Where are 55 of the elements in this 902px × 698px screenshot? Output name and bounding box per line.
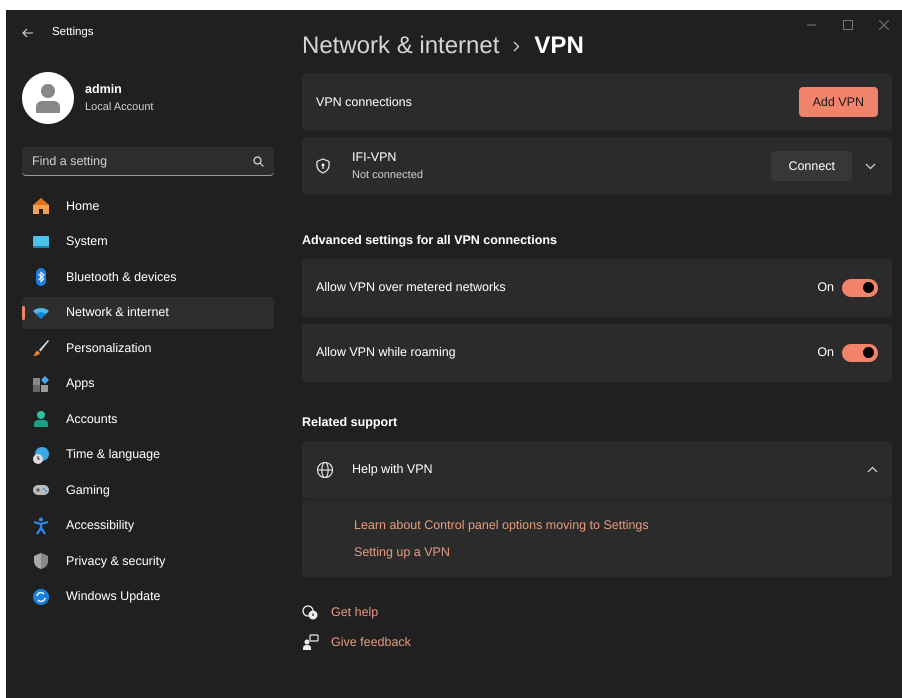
section-heading: Related support: [302, 414, 398, 431]
account-name: admin: [85, 81, 123, 98]
setting-label: VPN connections: [316, 94, 412, 111]
toggle-switch[interactable]: [842, 344, 878, 362]
person-silhouette-icon: [35, 83, 61, 113]
help-title: Help with VPN: [352, 461, 433, 478]
shield-icon: [32, 552, 50, 570]
search-field[interactable]: Find a setting: [22, 147, 274, 176]
section-heading: Advanced settings for all VPN connections: [302, 232, 558, 249]
footer-link[interactable]: Give feedback: [331, 632, 411, 652]
toggle-state-label: On: [817, 279, 834, 296]
toggle-state-label: On: [817, 344, 834, 362]
person-speech-icon: [302, 634, 319, 651]
sidebar-item[interactable]: Windows Update: [22, 580, 274, 612]
sidebar-item[interactable]: Accessibility: [22, 510, 274, 542]
back-arrow-icon[interactable]: [22, 28, 34, 38]
search-icon: [253, 156, 264, 167]
chevron-up-icon: [867, 466, 878, 473]
sidebar-item[interactable]: Apps: [22, 368, 274, 400]
house-icon: [32, 197, 50, 215]
sidebar-item[interactable]: Bluetooth & devices: [22, 261, 274, 293]
person-icon: [32, 410, 50, 428]
add-vpn-button[interactable]: Add VPN: [798, 86, 878, 118]
toggle-switch[interactable]: [842, 278, 878, 297]
chevron-down-icon[interactable]: [865, 162, 876, 170]
footer-link[interactable]: Get help: [331, 603, 378, 622]
globe-clock-icon: [32, 446, 50, 464]
setting-label: Allow VPN over metered networks: [316, 279, 506, 296]
help-link[interactable]: Setting up a VPN: [354, 543, 450, 562]
window-title: Settings: [52, 24, 94, 40]
shield-lock-icon: [316, 158, 330, 174]
sidebar-item[interactable]: Network & internet: [22, 296, 274, 328]
sidebar-item[interactable]: Personalization: [22, 332, 274, 364]
help-card-header[interactable]: Help with VPN: [302, 440, 892, 498]
connection-status: Not connected: [352, 168, 423, 184]
accessibility-figure-icon: [32, 516, 50, 534]
close-icon[interactable]: [878, 20, 890, 30]
account-type: Local Account: [85, 100, 154, 116]
sidebar-item[interactable]: Accounts: [22, 403, 274, 435]
connection-name: IFI-VPN: [352, 149, 398, 166]
sidebar-item[interactable]: Time & language: [22, 438, 274, 470]
connect-button[interactable]: Connect: [771, 150, 852, 182]
app-grid-icon: [32, 374, 50, 392]
sidebar-item[interactable]: Gaming: [22, 474, 274, 506]
sync-arrows-icon: [32, 588, 50, 606]
sidebar-item[interactable]: Privacy & security: [22, 545, 274, 577]
maximize-icon[interactable]: [842, 20, 854, 30]
setting-label: Allow VPN while roaming: [316, 344, 456, 362]
help-link[interactable]: Learn about Control panel options moving to Settings: [354, 516, 649, 534]
breadcrumb-link[interactable]: Network & internet: [302, 28, 500, 64]
sidebar-item[interactable]: Home: [22, 190, 274, 222]
paintbrush-icon: [32, 339, 50, 357]
sidebar-item[interactable]: System: [22, 226, 274, 258]
chevron-right-icon: [513, 40, 520, 52]
page-title: VPN: [534, 31, 584, 61]
